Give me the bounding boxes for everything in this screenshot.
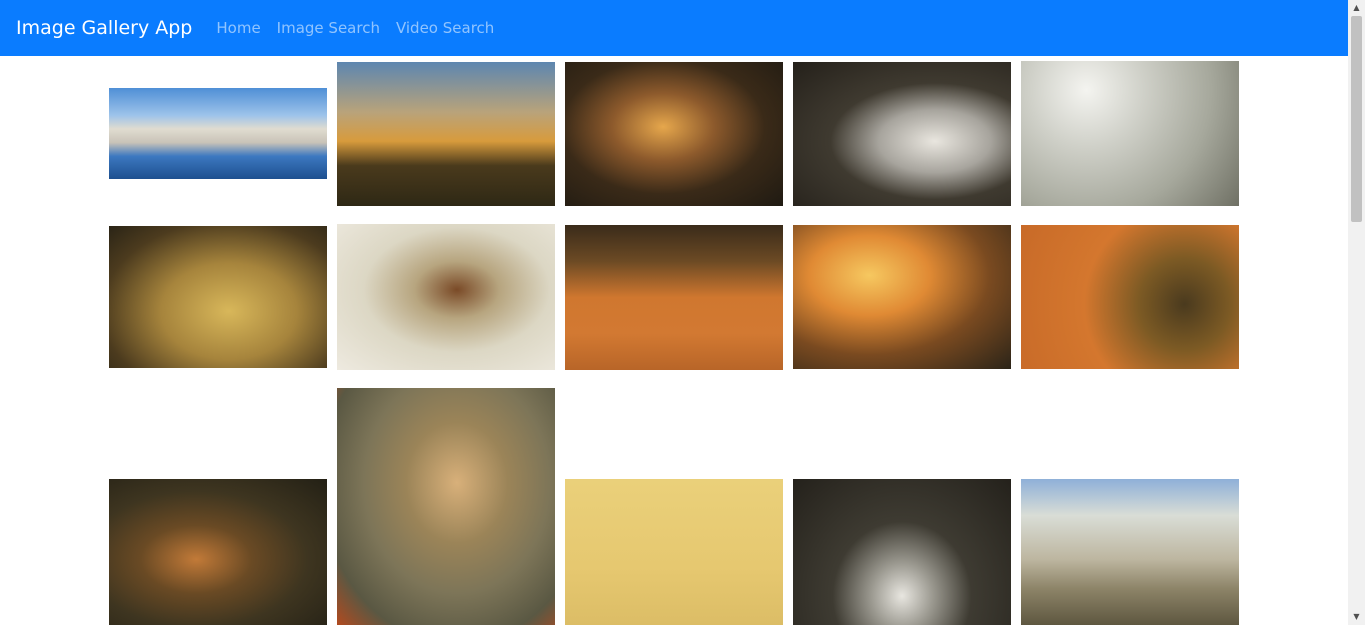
sunset-landscape-image[interactable] bbox=[793, 225, 1011, 369]
vertical-scrollbar[interactable]: ▲ ▼ bbox=[1348, 0, 1365, 625]
butterfly-silk-image[interactable] bbox=[337, 224, 555, 370]
cave-sunset-image[interactable] bbox=[565, 62, 783, 206]
car-garage-image[interactable] bbox=[793, 479, 1011, 625]
scroll-down-arrow-icon[interactable]: ▼ bbox=[1348, 609, 1365, 625]
cow-image[interactable] bbox=[565, 225, 783, 370]
image-gallery bbox=[0, 0, 1348, 625]
butterfly-flower-image[interactable] bbox=[337, 388, 555, 625]
harbor-boats-image[interactable] bbox=[109, 88, 327, 179]
brand-title[interactable]: Image Gallery App bbox=[16, 17, 192, 39]
tiger-image[interactable] bbox=[109, 479, 327, 625]
eagle-image[interactable] bbox=[793, 62, 1011, 206]
scrollbar-thumb[interactable] bbox=[1351, 16, 1362, 222]
nav-link-image-search[interactable]: Image Search bbox=[277, 19, 380, 37]
navbar: Image Gallery App Home Image Search Vide… bbox=[0, 0, 1348, 56]
boat-lake-image[interactable] bbox=[565, 479, 783, 625]
sunset-tree-image[interactable] bbox=[337, 62, 555, 206]
cloudy-shore-image[interactable] bbox=[1021, 479, 1239, 625]
scroll-up-arrow-icon[interactable]: ▲ bbox=[1348, 0, 1365, 16]
bee-sunflower-image[interactable] bbox=[1021, 225, 1239, 369]
nav-link-home[interactable]: Home bbox=[216, 19, 260, 37]
autumn-leaves-image[interactable] bbox=[109, 226, 327, 368]
nav-link-video-search[interactable]: Video Search bbox=[396, 19, 494, 37]
moon-woman-image[interactable] bbox=[1021, 61, 1239, 206]
